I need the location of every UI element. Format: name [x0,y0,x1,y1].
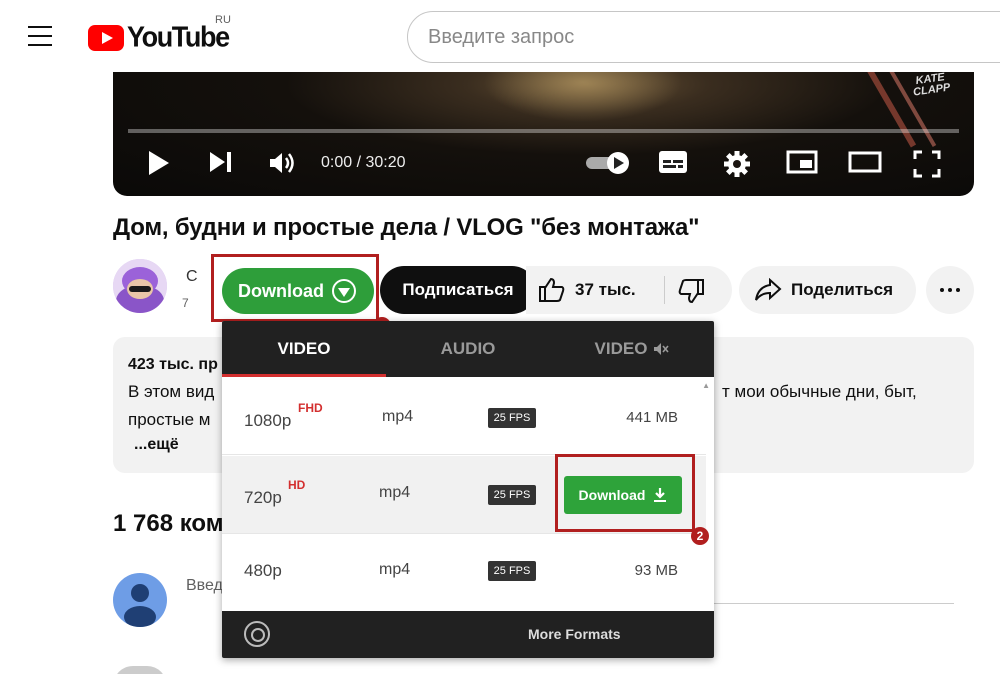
help-lifebuoy-icon[interactable] [244,621,270,647]
share-button-label: Поделиться [791,280,894,299]
channel-name[interactable]: С [186,268,198,286]
time-display: 0:00 / 30:20 [321,154,406,171]
popup-footer: More Formats [222,611,714,658]
share-icon [754,277,782,307]
resolution-label: 480p [244,561,282,580]
next-icon[interactable] [208,150,234,174]
settings-gear-icon[interactable] [723,150,751,178]
theater-mode-icon[interactable] [848,150,882,174]
youtube-logo[interactable]: YouTube [88,21,230,53]
format-row-1080p[interactable]: 1080p FHD mp4 25 FPS 441 MB [222,377,706,455]
channel-subscribers: 7 [182,296,189,310]
resolution-label: 720p [244,488,282,507]
tab-video-no-sound[interactable]: VIDEO [550,321,714,377]
fps-badge: 25 FPS [488,408,536,428]
description-text: В этом вид [128,382,215,401]
comments-count: 1 768 ком [113,510,224,537]
commenter-avatar [113,666,167,674]
mute-icon [654,343,670,355]
miniplayer-icon[interactable] [786,150,818,174]
autoplay-toggle-icon[interactable] [585,150,631,176]
subscribe-button[interactable]: Подписаться [380,266,536,314]
dislike-icon[interactable] [677,278,705,309]
quality-badge: HD [288,478,306,492]
callout-row-download [555,454,695,532]
format-label: mp4 [382,408,414,425]
fullscreen-icon[interactable] [913,150,941,178]
fps-badge: 25 FPS [488,485,536,505]
progress-bar[interactable] [128,129,959,133]
comment-input[interactable]: Введ [186,577,223,595]
file-size: 93 MB [634,562,678,579]
video-frame-glow [483,72,683,122]
youtube-play-icon [88,24,124,51]
format-row-480p[interactable]: 480p mp4 25 FPS 93 MB [222,535,706,613]
format-tabs: VIDEO AUDIO VIDEO [222,321,714,377]
tab-video[interactable]: VIDEO [222,321,386,377]
file-size: 441 MB [626,409,678,426]
channel-avatar[interactable] [113,259,167,313]
more-formats-link[interactable]: More Formats [528,626,621,642]
format-label: mp4 [379,561,411,578]
more-actions-button[interactable] [926,266,974,314]
like-count: 37 тыс. [575,280,636,299]
search-input[interactable]: Введите запрос [407,11,1000,63]
quality-badge: FHD [298,401,323,415]
tab-label: AUDIO [440,339,496,358]
volume-icon[interactable] [268,150,296,176]
fps-badge: 25 FPS [488,561,536,581]
comment-input-underline [714,603,954,604]
play-icon[interactable] [147,150,171,176]
video-title: Дом, будни и простые дела / VLOG "без мо… [113,214,700,241]
description-more-link[interactable]: ...ещё [134,436,179,454]
callout-download-button [211,254,379,322]
tab-label: VIDEO [277,339,331,358]
video-player[interactable]: KATE CLAPP 0:00 / 30:20 [113,72,974,196]
menu-icon[interactable] [28,26,52,46]
logo-text: YouTube [127,21,230,53]
like-divider [664,276,665,304]
format-label: mp4 [379,484,411,501]
description-stats: 423 тыс. пр [128,356,218,373]
logo-region: RU [215,14,231,26]
description-text: т мои обычные дни, быт, [722,382,917,401]
video-watermark: KATE CLAPP [912,72,952,99]
tab-audio[interactable]: AUDIO [386,321,550,377]
user-avatar [113,573,167,627]
subtitles-icon[interactable] [658,150,688,174]
resolution-label: 1080p [244,411,292,430]
tab-label: VIDEO [594,339,648,358]
description-text: простые м [128,410,211,429]
callout-badge-2: 2 [691,527,709,545]
like-icon[interactable] [538,277,566,308]
